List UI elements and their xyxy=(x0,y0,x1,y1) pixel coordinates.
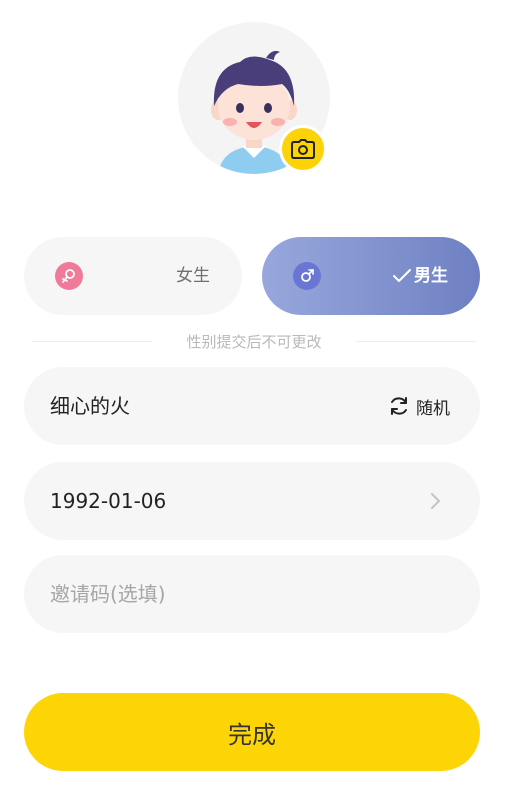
nickname-value[interactable]: 细心的火 xyxy=(50,367,130,445)
gender-hint: 性别提交后不可更改 xyxy=(32,331,476,353)
avatar-section[interactable] xyxy=(178,22,330,174)
male-label: 男生 xyxy=(414,266,448,286)
camera-icon xyxy=(291,139,315,159)
nickname-field[interactable]: 细心的火 随机 xyxy=(24,367,480,445)
invite-code-field[interactable]: 邀请码(选填) xyxy=(24,555,480,633)
male-symbol-icon xyxy=(293,262,321,290)
female-label: 女生 xyxy=(176,266,210,286)
check-icon xyxy=(393,269,411,282)
male-option[interactable]: 男生 xyxy=(262,237,480,315)
male-label-group: 男生 xyxy=(393,262,448,290)
gender-hint-text: 性别提交后不可更改 xyxy=(186,333,322,351)
chevron-right-icon xyxy=(431,493,440,509)
random-label: 随机 xyxy=(416,398,450,419)
random-nickname-button[interactable]: 随机 xyxy=(388,393,450,419)
refresh-icon xyxy=(391,397,407,415)
change-avatar-button[interactable] xyxy=(279,125,327,173)
invite-code-input[interactable]: 邀请码(选填) xyxy=(50,555,166,633)
female-option[interactable]: 女生 xyxy=(24,237,242,315)
birthday-value: 1992-01-06 xyxy=(50,489,167,513)
submit-button[interactable]: 完成 xyxy=(24,693,480,771)
female-symbol-icon xyxy=(55,262,83,290)
gender-selector: 女生 男生 xyxy=(24,237,480,315)
birthday-field[interactable]: 1992-01-06 xyxy=(24,462,480,540)
